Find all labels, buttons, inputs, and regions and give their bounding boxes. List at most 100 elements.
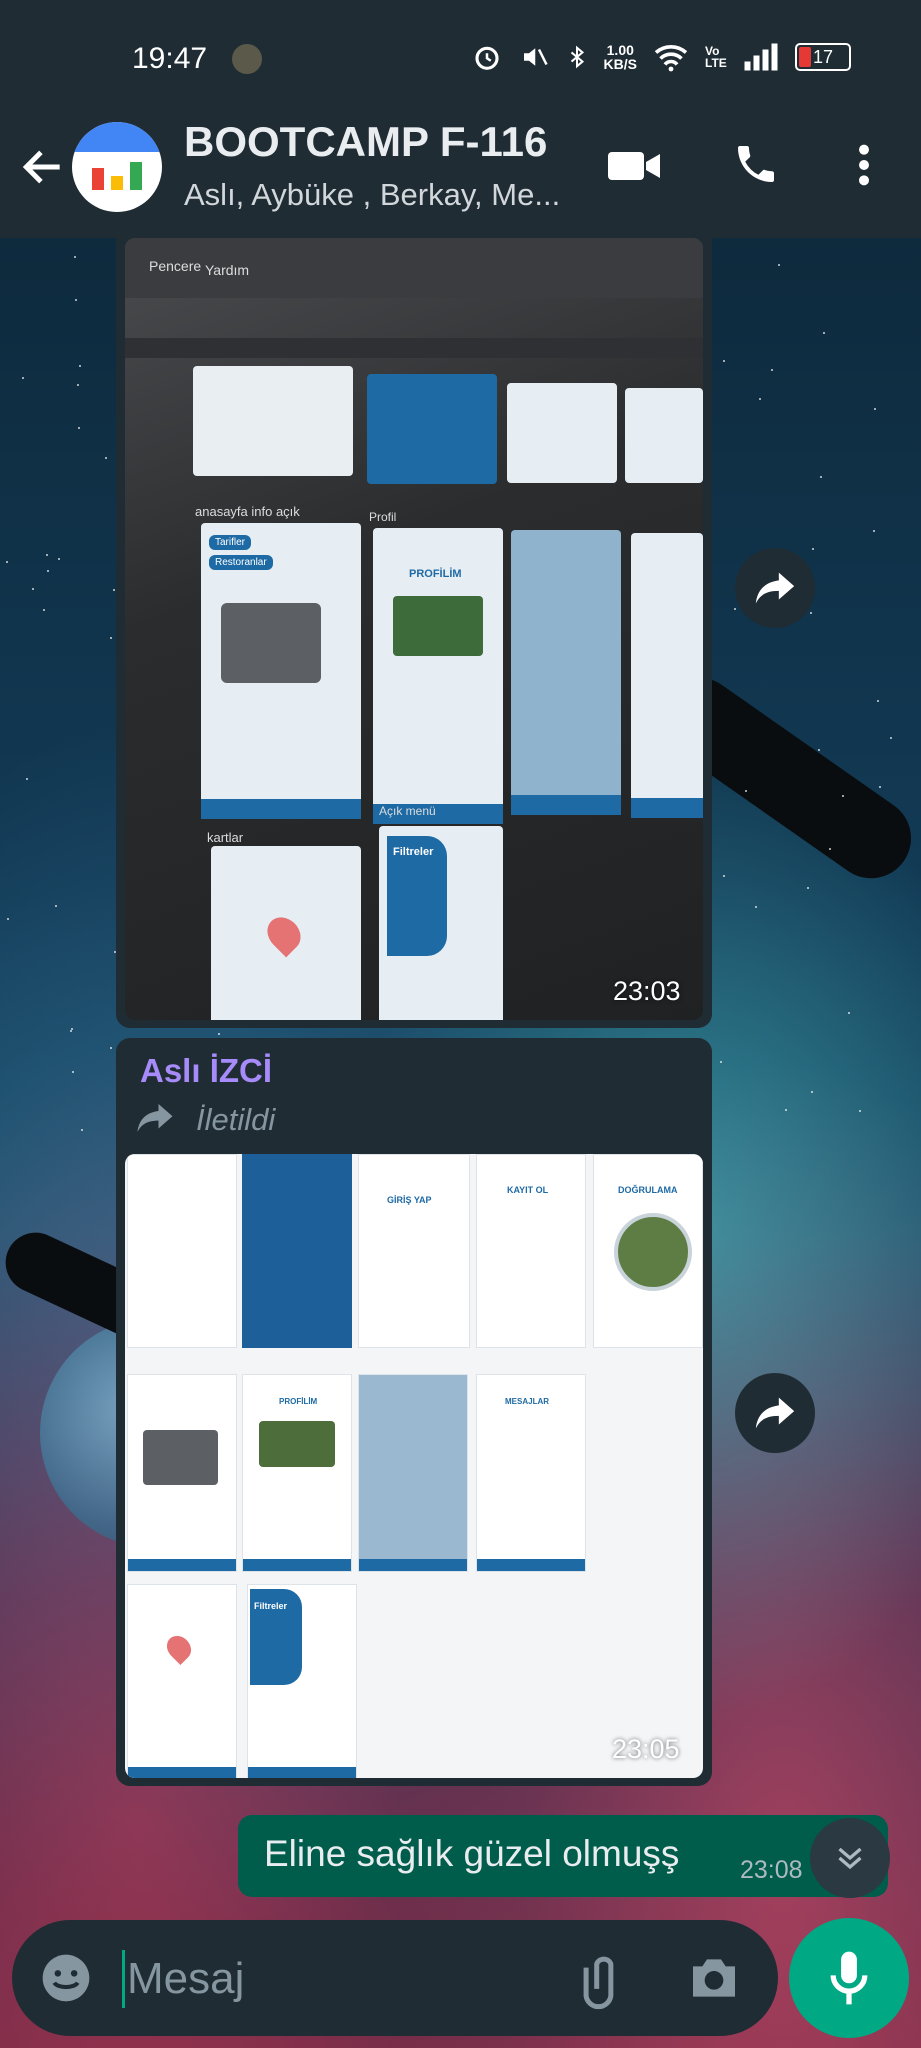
wallpaper-star bbox=[32, 588, 34, 590]
video-call-icon[interactable] bbox=[606, 146, 662, 186]
wallpaper-star bbox=[771, 369, 773, 371]
screen-mesajlar-title: MESAJLAR bbox=[505, 1397, 550, 1406]
wallpaper-star bbox=[820, 476, 822, 478]
wallpaper-star bbox=[75, 299, 77, 301]
wallpaper-star bbox=[720, 1061, 722, 1063]
wallpaper-star bbox=[811, 1091, 813, 1093]
screen-profile: PROFİLİM bbox=[242, 1374, 352, 1572]
net-speed: 1.00 KB/S bbox=[603, 42, 637, 72]
wallpaper-star bbox=[755, 906, 757, 908]
wallpaper-star bbox=[890, 737, 892, 739]
wallpaper-star bbox=[785, 1109, 787, 1111]
camera-icon[interactable] bbox=[686, 1952, 742, 2004]
screen-messages: MESAJLAR bbox=[476, 1374, 586, 1572]
wallpaper-star bbox=[879, 786, 881, 788]
screen-dogrulama-title: DOĞRULAMA bbox=[618, 1185, 678, 1195]
wallpaper-star bbox=[105, 457, 107, 459]
voice-call-icon[interactable] bbox=[732, 140, 780, 188]
screen-filter-menu: Filtreler bbox=[247, 1584, 357, 1778]
double-chevron-down-icon bbox=[838, 1847, 862, 1870]
message-timestamp: 23:08 bbox=[740, 1856, 803, 1884]
wallpaper-star bbox=[43, 609, 45, 611]
wallpaper-star bbox=[745, 790, 747, 792]
forward-icon bbox=[755, 1397, 795, 1429]
forwarded-label: İletildi bbox=[196, 1102, 276, 1137]
attach-icon[interactable] bbox=[572, 1950, 632, 2010]
screen-profilim-title: PROFİLİM bbox=[279, 1397, 318, 1406]
scroll-to-bottom-button[interactable] bbox=[810, 1818, 890, 1898]
wallpaper-star bbox=[807, 887, 809, 889]
wallpaper-star bbox=[58, 558, 60, 560]
screen-login: GİRİŞ YAP bbox=[358, 1154, 470, 1348]
wallpaper-star bbox=[877, 700, 879, 702]
volte-label: Vo LTE bbox=[705, 44, 727, 70]
status-icons: 1.00 KB/S Vo LTE 17 bbox=[472, 42, 851, 72]
photo-filter-panel: Filtreler bbox=[387, 836, 447, 956]
photo-image-placeholder bbox=[221, 603, 321, 683]
screen-cards bbox=[127, 1584, 237, 1778]
artboard-filter-menu: Filtreler bbox=[379, 826, 503, 1020]
wallpaper-star bbox=[113, 589, 115, 591]
wallpaper-star bbox=[47, 570, 49, 572]
photo-menu-yardim: Yardım bbox=[205, 262, 250, 278]
wallpaper-star bbox=[110, 1047, 112, 1049]
artboard-profile: PROFİLİM bbox=[373, 528, 503, 824]
chat-title[interactable]: BOOTCAMP F-116 bbox=[184, 118, 547, 166]
screen-kayit-ol-title: KAYIT OL bbox=[507, 1185, 549, 1195]
wallpaper-star bbox=[848, 1012, 850, 1014]
status-bar: 19:47 1.00 KB/S Vo LTE 17 bbox=[0, 0, 921, 118]
forward-button[interactable] bbox=[735, 1373, 815, 1453]
screen-splash-blue bbox=[242, 1154, 352, 1348]
microphone-icon bbox=[830, 1951, 868, 2005]
screen-filter-panel: Filtreler bbox=[250, 1589, 302, 1685]
wallpaper-star bbox=[823, 332, 825, 334]
forward-icon bbox=[755, 572, 795, 604]
photo-restoranlar-chip: Restoranlar bbox=[209, 555, 273, 570]
wallpaper-star bbox=[26, 778, 28, 780]
wallpaper-star bbox=[778, 264, 780, 266]
wallpaper-star bbox=[218, 1033, 220, 1035]
artboard-splash bbox=[193, 366, 353, 476]
mute-icon bbox=[523, 48, 548, 66]
artboard-cards bbox=[211, 846, 361, 1020]
wallpaper-star bbox=[7, 918, 9, 920]
photo-section-profil: Profil bbox=[369, 510, 397, 524]
more-options-icon[interactable] bbox=[848, 142, 880, 188]
group-avatar[interactable] bbox=[72, 122, 162, 212]
forwarded-icon bbox=[137, 1104, 173, 1132]
back-arrow-icon[interactable] bbox=[18, 142, 68, 192]
wallpaper-star bbox=[78, 427, 80, 429]
screen-register: KAYIT OL bbox=[476, 1154, 586, 1348]
battery-icon: 17 bbox=[795, 43, 851, 71]
screen-filtreler-title: Filtreler bbox=[254, 1601, 288, 1611]
screen-profile-photo bbox=[259, 1421, 335, 1467]
sender-name[interactable]: Aslı İZCİ bbox=[140, 1052, 272, 1090]
wallpaper-star bbox=[46, 554, 48, 556]
artboard-splash-blue bbox=[367, 374, 497, 484]
wallpaper-star bbox=[110, 637, 112, 639]
artboard-register bbox=[625, 388, 703, 483]
bluetooth-icon bbox=[570, 45, 584, 69]
emoji-icon[interactable] bbox=[38, 1950, 94, 2006]
wallpaper-star bbox=[842, 795, 844, 797]
wallpaper-star bbox=[734, 608, 736, 610]
message-text: Eline sağlık güzel olmuşş bbox=[264, 1833, 680, 1874]
message-input[interactable] bbox=[122, 1950, 559, 2008]
screen-splash bbox=[127, 1154, 237, 1348]
screen-home bbox=[127, 1374, 237, 1572]
artboard-chat-list bbox=[511, 530, 621, 815]
voice-message-button[interactable] bbox=[789, 1918, 909, 2038]
forward-button[interactable] bbox=[735, 548, 815, 628]
wallpaper-star bbox=[72, 1071, 74, 1073]
photo-section-anasayfa: anasayfa info açık bbox=[195, 504, 300, 519]
photo-ruler bbox=[125, 338, 703, 358]
wallpaper-star bbox=[810, 612, 812, 614]
chat-participants[interactable]: Aslı, Aybüke , Berkay, Me... bbox=[184, 177, 560, 213]
wallpaper-star bbox=[79, 365, 81, 367]
message-screens-image[interactable]: GİRİŞ YAP KAYIT OL DOĞRULAMA PROFİLİM ME… bbox=[125, 1154, 703, 1778]
screen-location-pin bbox=[162, 1631, 196, 1665]
wallpaper-star bbox=[55, 905, 57, 907]
screen-verification: DOĞRULAMA bbox=[593, 1154, 703, 1348]
wallpaper-star bbox=[829, 848, 831, 850]
message-photo[interactable]: Pencere Yardım anasayfa info açık Profil… bbox=[125, 238, 703, 1020]
